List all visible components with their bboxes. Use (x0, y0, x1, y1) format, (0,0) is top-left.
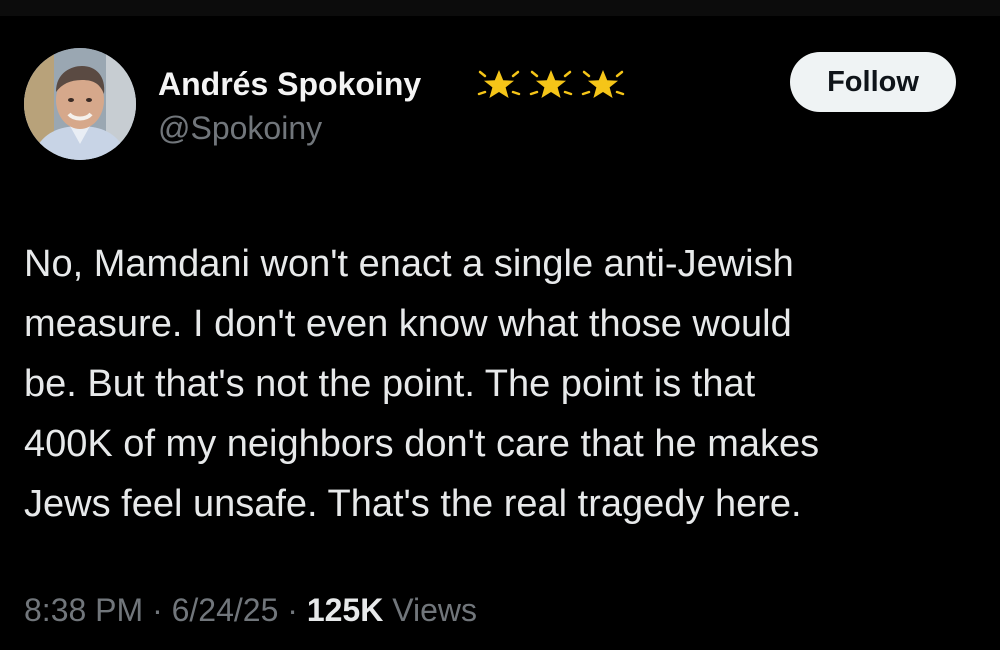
tweet-text-line: No, Mamdani won't enact a single anti-Je… (24, 243, 794, 285)
avatar-photo (24, 48, 136, 160)
avatar[interactable] (24, 48, 136, 160)
glowing-star-icon (581, 70, 625, 98)
glowing-star-icon (477, 70, 521, 98)
tweet-card: Andrés Spokoiny @Spokoiny Follow No, Mam… (0, 16, 1000, 650)
author-handle[interactable]: @Spokoiny (158, 108, 322, 148)
profile-badges (476, 64, 626, 104)
author-display-name[interactable]: Andrés Spokoiny (158, 64, 421, 104)
tweet-metadata: 8:38 PM · 6/24/25 · 125K Views (24, 590, 477, 630)
views-count[interactable]: 125K (307, 592, 384, 628)
meta-separator: · (152, 592, 163, 628)
tweet-text-line: Jews feel unsafe. That's the real traged… (24, 483, 802, 525)
views-label: Views (392, 592, 477, 628)
tweet-text-line: measure. I don't even know what those wo… (24, 303, 792, 345)
tweet-text-line: be. But that's not the point. The point … (24, 363, 756, 405)
tweet-text: No, Mamdani won't enact a single anti-Je… (24, 234, 974, 534)
tweet-text-line: 400K of my neighbors don't care that he … (24, 423, 820, 465)
glowing-star-icon (529, 70, 573, 98)
follow-button[interactable]: Follow (790, 52, 956, 112)
tweet-time[interactable]: 8:38 PM (24, 592, 143, 628)
top-edge (0, 0, 1000, 16)
tweet-date[interactable]: 6/24/25 (172, 592, 279, 628)
meta-separator: · (287, 592, 298, 628)
